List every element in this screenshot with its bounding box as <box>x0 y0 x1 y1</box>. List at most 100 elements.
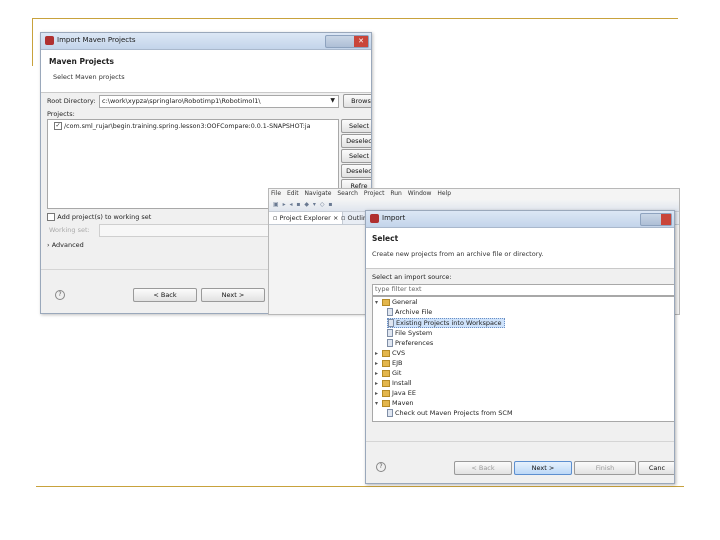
expand-icon[interactable]: ▸ <box>375 390 382 397</box>
advanced-label: Advanced <box>51 241 84 249</box>
folder-icon <box>382 359 390 367</box>
project-explorer-icon: ▫ <box>273 214 278 222</box>
tree-label: Archive File <box>395 308 433 316</box>
import-cancel-button[interactable]: Canc <box>638 461 674 475</box>
project-name: /com.sml_rujar\begin.training.spring.les… <box>64 123 311 130</box>
tree-item-file-system[interactable]: File System <box>387 329 432 337</box>
outline-icon: ▫ <box>341 214 346 222</box>
import-source-tree[interactable]: ▾ General Archive File Existing Projects … <box>372 296 674 422</box>
working-set-label: Working set: <box>49 226 90 234</box>
folder-icon <box>382 389 390 397</box>
tree-item-existing-projects[interactable]: Existing Projects into Workspace <box>387 318 505 328</box>
menu-edit[interactable]: Edit <box>287 190 299 197</box>
tree-label: General <box>392 298 418 306</box>
advanced-toggle[interactable]: › Advanced <box>47 241 84 249</box>
question-icon[interactable]: ? <box>55 290 65 300</box>
menu-file[interactable]: File <box>271 190 281 197</box>
menu-project[interactable]: Project <box>364 190 385 197</box>
tree-label: File System <box>395 329 433 337</box>
tree-item-ejb[interactable]: ▸ EJB <box>375 359 402 367</box>
folder-icon <box>382 369 390 377</box>
import-header-title: Select <box>372 234 399 243</box>
select-all-button[interactable]: Select <box>341 119 371 133</box>
menu-navigate[interactable]: Navigate <box>305 190 332 197</box>
folder-icon <box>382 349 390 357</box>
collapse-icon[interactable]: ▾ <box>375 400 382 407</box>
projects-label: Projects: <box>47 110 75 118</box>
tree-item-general[interactable]: ▾ General <box>375 298 418 306</box>
menu-search[interactable]: Search <box>337 190 358 197</box>
tree-item-java-ee[interactable]: ▸ Java EE <box>375 389 416 397</box>
import-window-title: Import <box>382 214 406 222</box>
import-titlebar[interactable]: Import <box>366 211 674 228</box>
tree-item-maven[interactable]: ▾ Maven <box>375 399 414 407</box>
top-rule <box>32 18 678 19</box>
chevron-right-icon: › <box>47 241 50 249</box>
tree-label: Install <box>392 379 412 387</box>
root-directory-combo[interactable]: c:\work\xypza\springlaro\Robotimp1\Robot… <box>99 95 339 108</box>
import-footer: ? < Back Next > Finish Canc <box>366 441 674 483</box>
tree-item-git[interactable]: ▸ Git <box>375 369 401 377</box>
maven-window-title: Import Maven Projects <box>57 36 136 44</box>
close-icon[interactable]: ✕ <box>354 36 368 47</box>
maven-back-button[interactable]: < Back <box>133 288 197 302</box>
question-icon[interactable]: ? <box>376 462 386 472</box>
maven-next-button[interactable]: Next > <box>201 288 265 302</box>
folder-icon <box>382 379 390 387</box>
window-controls[interactable]: ✕ <box>325 35 369 48</box>
expand-icon[interactable]: ▸ <box>375 380 382 387</box>
file-icon <box>387 339 393 347</box>
import-header-subtitle: Create new projects from an archive file… <box>372 250 544 258</box>
tree-label: CVS <box>392 349 406 357</box>
window-controls[interactable] <box>640 213 672 226</box>
add-working-set-label: Add project(s) to working set <box>57 213 152 221</box>
file-icon <box>387 409 393 417</box>
close-icon[interactable] <box>661 214 671 225</box>
tree-item-install[interactable]: ▸ Install <box>375 379 412 387</box>
import-finish-button[interactable]: Finish <box>574 461 636 475</box>
deselect-all-button[interactable]: Deselec <box>341 134 371 148</box>
project-row[interactable]: ✓ /com.sml_rujar\begin.training.spring.l… <box>54 122 310 130</box>
folder-icon <box>382 399 390 407</box>
tree-item-preferences[interactable]: Preferences <box>387 339 433 347</box>
menu-run[interactable]: Run <box>390 190 402 197</box>
add-working-set-checkbox[interactable] <box>47 213 55 221</box>
expand-icon[interactable]: ▸ <box>375 370 382 377</box>
import-window: Import Select Create new projects from a… <box>365 210 675 484</box>
tab-project-explorer[interactable]: ▫ Project Explorer × <box>269 212 344 224</box>
browse-button[interactable]: Brows <box>343 94 371 108</box>
expand-icon[interactable]: ▸ <box>375 360 382 367</box>
import-next-button[interactable]: Next > <box>514 461 572 475</box>
project-checkbox[interactable]: ✓ <box>54 122 62 130</box>
import-header: Select Create new projects from an archi… <box>366 228 674 269</box>
folder-icon <box>382 298 390 306</box>
tree-item-cvs[interactable]: ▸ CVS <box>375 349 405 357</box>
tree-label: Maven <box>392 399 414 407</box>
menu-help[interactable]: Help <box>437 190 451 197</box>
import-back-button[interactable]: < Back <box>454 461 512 475</box>
add-working-set-row[interactable]: Add project(s) to working set <box>47 213 151 221</box>
deselect-tree-button[interactable]: Deselec <box>341 164 371 178</box>
maven-header-subtitle: Select Maven projects <box>53 73 125 81</box>
tree-label: Check out Maven Projects from SCM <box>395 409 513 417</box>
tree-label: Java EE <box>392 389 417 397</box>
file-icon <box>387 329 393 337</box>
eclipse-menubar: File Edit Navigate Search Project Run Wi… <box>269 189 679 199</box>
tree-label: Preferences <box>395 339 434 347</box>
tree-item-archive-file[interactable]: Archive File <box>387 308 432 316</box>
filter-input[interactable]: type filter text <box>372 284 674 296</box>
expand-icon[interactable]: ▸ <box>375 350 382 357</box>
select-tree-button[interactable]: Select <box>341 149 371 163</box>
tree-label: Existing Projects into Workspace <box>396 319 502 327</box>
file-icon <box>388 319 394 327</box>
maven-header-title: Maven Projects <box>49 57 114 66</box>
collapse-icon[interactable]: ▾ <box>375 299 382 306</box>
tree-item-checkout-maven[interactable]: Check out Maven Projects from SCM <box>387 409 513 417</box>
toolbar-icons[interactable]: ▣ ▸ ◂ ▪ ◆ ▾ ◇ ▪ <box>273 201 333 208</box>
maven-titlebar[interactable]: Import Maven Projects ✕ <box>41 33 371 50</box>
file-icon <box>387 308 393 316</box>
menu-window[interactable]: Window <box>408 190 432 197</box>
maven-header: Maven Projects Select Maven projects <box>41 50 371 93</box>
chevron-down-icon[interactable]: ▼ <box>330 97 335 104</box>
root-directory-value: c:\work\xypza\springlaro\Robotimp1\Robot… <box>102 97 261 105</box>
